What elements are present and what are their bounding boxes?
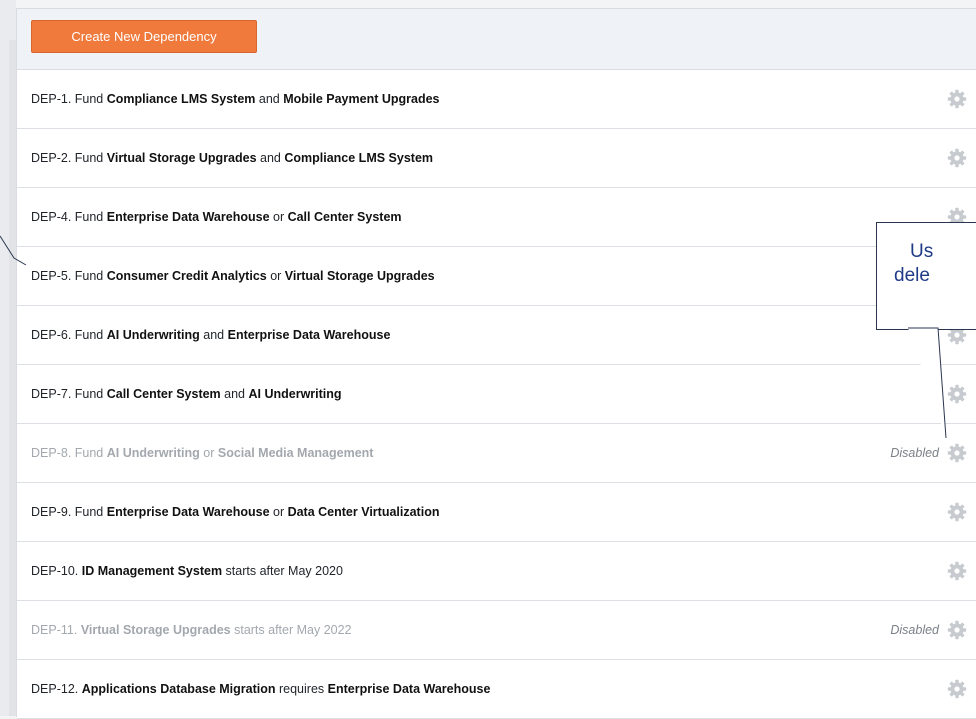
callout-pointer-lines	[0, 235, 947, 439]
